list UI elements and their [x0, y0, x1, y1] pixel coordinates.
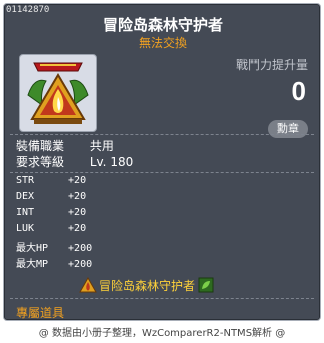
- divider: [10, 134, 314, 135]
- power-increase-value: 0: [291, 76, 306, 106]
- stat-label: INT: [16, 207, 35, 218]
- leaf-ornament-icon: [198, 277, 214, 293]
- stat-row-str: STR +20: [16, 175, 86, 186]
- divider: [10, 298, 314, 299]
- medal-title-row: 冒险岛森林守护者: [79, 276, 215, 294]
- info-row-job: 裝備職業 共用: [16, 137, 114, 154]
- stat-row-int: INT +20: [16, 207, 86, 218]
- stat-row-luk: LUK +20: [16, 223, 86, 234]
- power-increase-label: 戰鬥力提升量: [235, 58, 308, 72]
- stat-row-max-mp: 最大MP +200: [16, 255, 92, 270]
- job-label: 裝備職業: [16, 139, 65, 153]
- level-label: 要求等級: [16, 155, 65, 169]
- item-name: 冒险岛森林守护者: [102, 16, 223, 34]
- medal-small-icon: [79, 276, 97, 293]
- stat-value: +20: [68, 207, 87, 218]
- item-icon-frame: [19, 54, 97, 132]
- forest-guardian-medal-icon: [27, 62, 89, 124]
- stat-label: STR: [16, 175, 35, 186]
- job-value: 共用: [89, 139, 114, 153]
- stat-label: 最大MP: [16, 259, 49, 270]
- stat-value: +20: [68, 223, 87, 234]
- divider: [10, 172, 314, 173]
- stat-label: DEX: [16, 191, 35, 202]
- stat-label: LUK: [16, 223, 35, 234]
- medal-title-text: 冒险岛森林守护者: [99, 278, 196, 293]
- trade-status: 無法交換: [138, 36, 187, 50]
- medal-category-badge: 勳章: [268, 120, 308, 138]
- stat-value: +20: [68, 175, 87, 186]
- exclusive-item-label: 專屬道具: [16, 306, 65, 320]
- item-tooltip: 01142870 冒险岛森林守护者 無法交換 戰鬥力提升量 0 勳章 裝備職業 …: [3, 3, 321, 321]
- stat-value: +20: [68, 191, 87, 202]
- stat-row-max-hp: 最大HP +200: [16, 239, 92, 254]
- info-row-level: 要求等級 Lv. 180: [16, 153, 133, 170]
- stat-value: +200: [68, 243, 93, 254]
- stat-row-dex: DEX +20: [16, 191, 86, 202]
- stat-label: 最大HP: [16, 243, 49, 254]
- source-credit: @ 数据由小册子整理，WzComparerR2-NTMS解析 @: [38, 328, 286, 339]
- stat-value: +200: [68, 259, 93, 270]
- level-value: Lv. 180: [89, 155, 134, 169]
